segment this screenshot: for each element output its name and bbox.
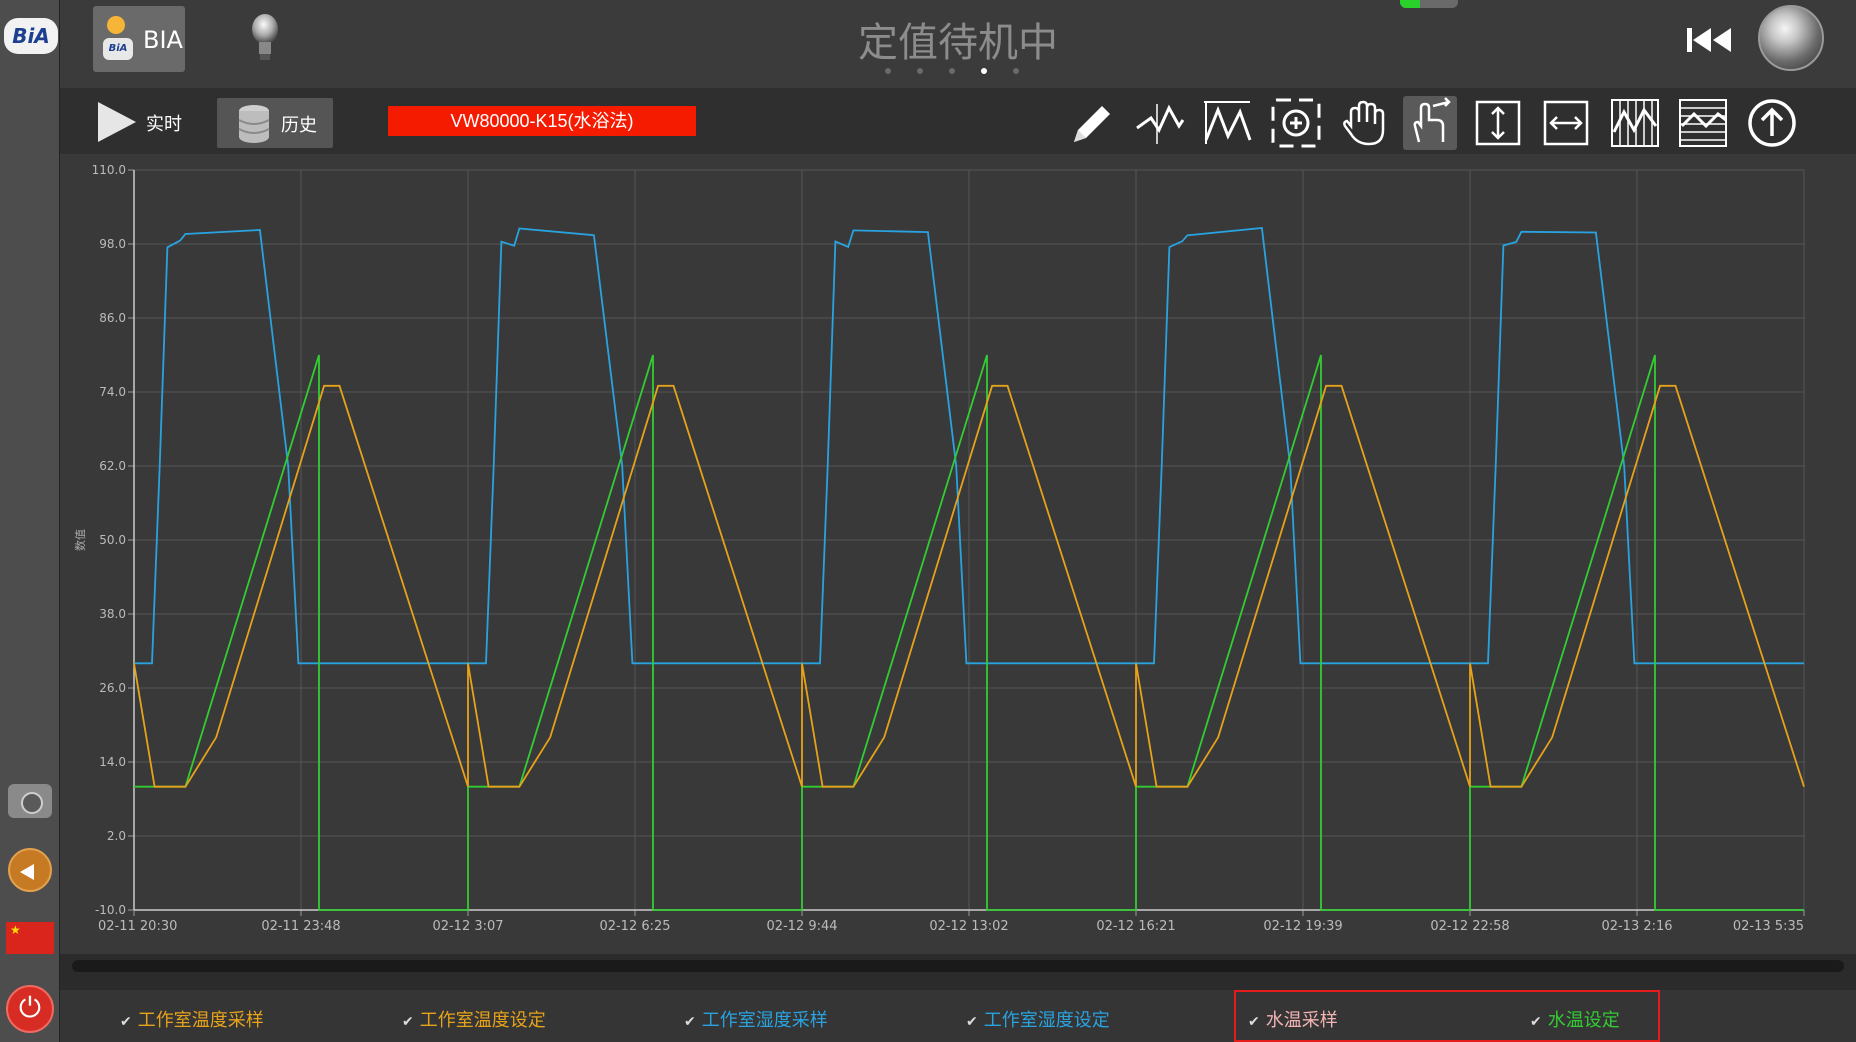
x-tick-label: 02-11 20:30 (98, 919, 177, 934)
legend-label: 工作室温度采样 (137, 1010, 264, 1031)
legend-label: 水温设定 (1547, 1010, 1620, 1031)
top-progress-bar (1400, 0, 1458, 8)
device-tag: VW80000-K15(水浴法) (388, 106, 696, 136)
x-tick-label: 02-12 22:58 (1430, 919, 1509, 934)
grid-horizontal-icon[interactable] (1676, 96, 1730, 150)
left-sidebar: BiA ★ ⏻ (0, 0, 60, 1042)
hand-pan-icon[interactable] (1337, 96, 1391, 150)
speaker-icon[interactable] (8, 848, 52, 892)
power-icon[interactable]: ⏻ (6, 985, 54, 1033)
x-tick-label: 02-12 9:44 (766, 919, 837, 934)
vertical-expand-icon[interactable] (1471, 96, 1525, 150)
y-tick-label: 86.0 (99, 311, 126, 325)
play-icon (98, 102, 136, 142)
check-icon: ✔ (120, 1014, 132, 1030)
y-axis-label: 数值 (74, 529, 87, 551)
y-tick-label: -10.0 (95, 903, 126, 917)
grid-vertical-icon[interactable] (1608, 96, 1662, 150)
y-tick-label: 50.0 (99, 533, 126, 547)
x-tick-label: 02-11 23:48 (261, 919, 340, 934)
zoom-target-icon[interactable] (1269, 96, 1323, 150)
page-dot[interactable] (981, 68, 987, 74)
check-icon: ✔ (1248, 1014, 1260, 1030)
check-icon: ✔ (966, 1014, 978, 1030)
horizontal-expand-icon[interactable] (1539, 96, 1593, 150)
legend-item-room-humidity-setpoint[interactable]: ✔ 工作室湿度设定 (966, 1006, 1110, 1032)
check-icon: ✔ (1530, 1014, 1542, 1030)
upload-icon[interactable] (1745, 96, 1799, 150)
x-tick-label: 02-12 19:39 (1263, 919, 1342, 934)
database-icon (238, 105, 270, 143)
legend-label: 工作室湿度设定 (983, 1010, 1110, 1031)
realtime-button[interactable]: 实时 (98, 96, 198, 148)
pencil-icon[interactable] (1064, 96, 1118, 150)
horizontal-scrollbar[interactable] (72, 960, 1844, 972)
legend-label: 工作室温度设定 (419, 1010, 546, 1031)
legend-item-room-temp-sample[interactable]: ✔ 工作室温度采样 (120, 1006, 264, 1032)
y-tick-label: 110.0 (92, 163, 126, 177)
page-dot[interactable] (885, 68, 891, 74)
x-tick-label: 02-12 13:02 (929, 919, 1008, 934)
y-tick-label: 26.0 (99, 681, 126, 695)
y-tick-label: 62.0 (99, 459, 126, 473)
legend-label: 水温采样 (1265, 1010, 1338, 1031)
line-icon[interactable] (1133, 96, 1187, 150)
check-icon: ✔ (402, 1014, 414, 1030)
legend-item-room-temp-setpoint[interactable]: ✔ 工作室温度设定 (402, 1006, 546, 1032)
trend-chart[interactable]: 110.0 98.0 86.0 74.0 62.0 50.0 38.0 26.0 14.0 2.0… (60, 154, 1856, 954)
chart-area[interactable]: 110.0 98.0 86.0 74.0 62.0 50.0 38.0 26.0 14.0 2.0… (60, 154, 1856, 954)
legend-label: 工作室湿度采样 (701, 1010, 828, 1031)
rewind-icon[interactable] (1685, 22, 1737, 58)
legend-item-water-temp-sample[interactable]: ✔ 水温采样 (1248, 1006, 1338, 1032)
progress-fill (1400, 0, 1421, 8)
chart-legend: ✔ 工作室温度采样 ✔ 工作室温度设定 ✔ 工作室湿度采样 ✔ 工作室湿度设定 ✔ 水温采… (60, 990, 1856, 1042)
chart-toolbar: 实时 历史 VW80000-K15(水浴法) (60, 88, 1856, 154)
status-title: 定值待机中 (858, 20, 1058, 66)
knob-icon[interactable] (1758, 5, 1824, 71)
history-label: 历史 (281, 115, 317, 136)
x-tick-label: 02-13 5:35 (1733, 919, 1804, 934)
page-indicator (885, 68, 1045, 78)
x-tick-label: 02-12 16:21 (1096, 919, 1175, 934)
x-tick-label: 02-12 3:07 (432, 919, 503, 934)
china-flag-icon[interactable]: ★ (6, 922, 54, 954)
x-tick-label: 02-12 6:25 (599, 919, 670, 934)
y-tick-label: 14.0 (99, 755, 126, 769)
y-tick-label: 2.0 (107, 829, 126, 843)
peak-icon[interactable] (1200, 96, 1254, 150)
page-dot[interactable] (1013, 68, 1019, 74)
y-tick-label: 38.0 (99, 607, 126, 621)
touch-pointer-icon[interactable] (1403, 96, 1457, 150)
realtime-label: 实时 (146, 114, 182, 135)
bia-logo: BiA (4, 18, 58, 54)
check-icon: ✔ (684, 1014, 696, 1030)
history-button[interactable]: 历史 (217, 98, 333, 148)
page-dot[interactable] (949, 68, 955, 74)
legend-item-water-temp-setpoint[interactable]: ✔ 水温设定 (1530, 1006, 1620, 1032)
x-tick-label: 02-13 2:16 (1601, 919, 1672, 934)
y-tick-label: 74.0 (99, 385, 126, 399)
legend-item-room-humidity-sample[interactable]: ✔ 工作室湿度采样 (684, 1006, 828, 1032)
camera-icon[interactable] (8, 784, 52, 818)
page-dot[interactable] (917, 68, 923, 74)
y-tick-label: 98.0 (99, 237, 126, 251)
top-bar: BiA BIA 定值待机中 (60, 0, 1856, 88)
